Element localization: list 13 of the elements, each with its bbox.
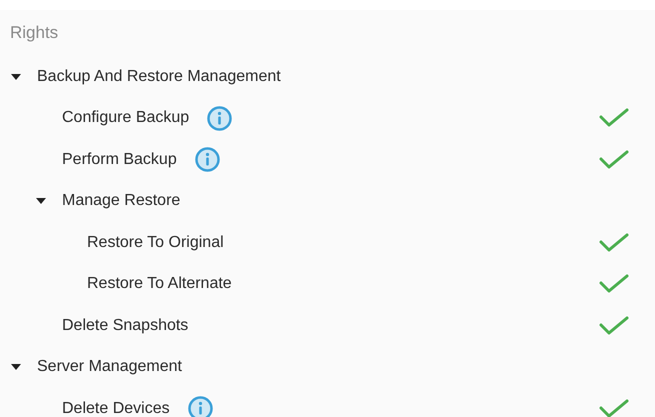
info-icon[interactable]: [194, 147, 220, 172]
right-label: Server Management: [37, 357, 182, 378]
panel-title: Rights: [10, 22, 58, 44]
right-label: Perform Backup: [62, 150, 177, 170]
right-label: Restore To Original: [87, 232, 224, 253]
right-label: Delete Devices: [62, 398, 170, 417]
info-icon[interactable]: [207, 106, 232, 131]
right-label: Manage Restore: [62, 191, 180, 212]
right-label: Backup And Restore Management: [37, 66, 281, 87]
right-label: Delete Snapshots: [62, 316, 188, 336]
info-icon[interactable]: [188, 396, 213, 417]
right-label: Configure Backup: [62, 108, 190, 128]
right-label: Restore To Alternate: [87, 274, 232, 294]
